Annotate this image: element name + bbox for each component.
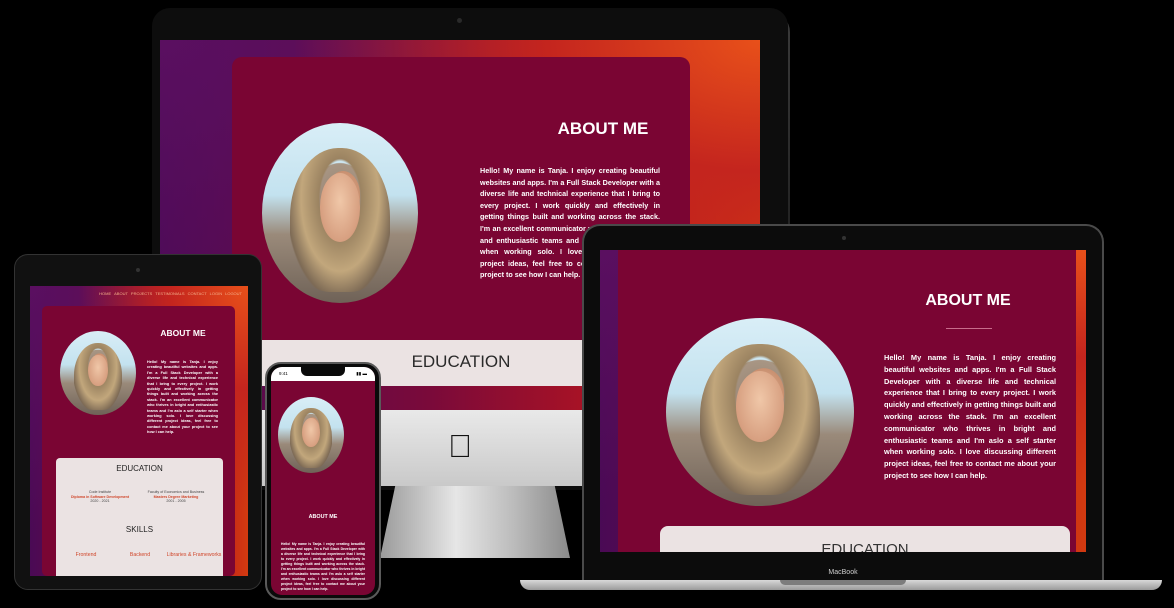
nav-login[interactable]: LOGIN — [210, 291, 222, 296]
about-title: ABOUT ME — [308, 514, 338, 520]
skill-libraries[interactable]: Libraries & Frameworks — [164, 552, 224, 558]
tablet-camera — [136, 268, 140, 272]
education-school: Faculty of Economics and Business — [147, 490, 205, 494]
nav-home[interactable]: HOME — [99, 291, 111, 296]
about-text: Hello! My name is Tanja. I enjoy creatin… — [281, 542, 365, 591]
about-title: ABOUT ME — [557, 119, 649, 138]
education-item: Faculty of Economics and Business Master… — [144, 490, 208, 504]
education-section: EDUCATION — [660, 526, 1070, 552]
profile-photo — [262, 123, 418, 303]
nav-testimonials[interactable]: TESTIMONIALS — [155, 291, 184, 296]
nav-logout[interactable]: LOGOUT — [225, 291, 242, 296]
status-time: 9:41 — [279, 371, 288, 376]
education-section: EDUCATION Code Institute Diploma in Soft… — [56, 458, 223, 576]
nav-about[interactable]: ABOUT — [114, 291, 128, 296]
imac-camera — [457, 18, 462, 23]
laptop-screen: ABOUT ME Hello! My name is Tanja. I enjo… — [600, 250, 1086, 552]
education-title: EDUCATION — [821, 541, 909, 552]
nav-bar: HOME ABOUT PROJECTS TESTIMONIALS CONTACT… — [30, 291, 248, 296]
skills-title: SKILLS — [125, 525, 154, 534]
phone-screen: 9:41 ▮▮ ▬ ABOUT ME Hello! My name is Tan… — [271, 367, 375, 595]
about-text: Hello! My name is Tanja. I enjoy creatin… — [884, 353, 1056, 480]
profile-photo — [666, 318, 854, 506]
education-title: EDUCATION — [116, 464, 163, 473]
skill-frontend[interactable]: Frontend — [56, 552, 116, 558]
profile-photo — [60, 331, 136, 415]
education-item: Code Institute Diploma in Software Devel… — [68, 490, 132, 504]
laptop-notch — [780, 580, 906, 585]
about-title: ABOUT ME — [160, 328, 206, 338]
about-title: ABOUT ME — [925, 292, 1011, 309]
about-text: Hello! My name is Tanja. I enjoy creatin… — [147, 360, 218, 435]
laptop-brand: MacBook — [828, 569, 858, 576]
education-years: 2020 - 2021 — [90, 499, 110, 504]
imac-stand — [380, 486, 570, 558]
nav-contact[interactable]: CONTACT — [188, 291, 207, 296]
apple-logo-icon:  — [445, 428, 475, 464]
about-card: ABOUT ME Hello! My name is Tanja. I enjo… — [618, 250, 1076, 552]
profile-photo — [278, 397, 344, 473]
signal-battery-icon: ▮▮ ▬ — [356, 371, 367, 376]
nav-projects[interactable]: PROJECTS — [131, 291, 152, 296]
education-years: 2001 - 2005 — [166, 499, 186, 504]
phone-notch — [301, 367, 345, 376]
title-divider — [946, 328, 992, 329]
laptop-camera — [842, 236, 846, 240]
skill-backend[interactable]: Backend — [110, 552, 170, 558]
tablet-screen: HOME ABOUT PROJECTS TESTIMONIALS CONTACT… — [30, 286, 248, 576]
